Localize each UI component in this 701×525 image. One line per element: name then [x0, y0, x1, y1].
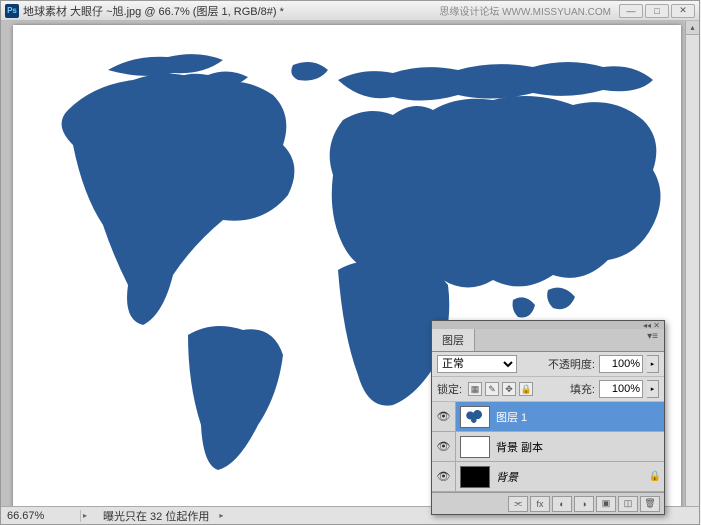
document-title: 地球素材 大眼仔 ~旭.jpg @ 66.7% (图层 1, RGB/8#) * — [23, 3, 284, 19]
window-controls: — □ ✕ — [619, 4, 695, 18]
layer-item[interactable]: 👁 背景 副本 — [432, 432, 664, 462]
link-layers-icon[interactable]: ⫘ — [508, 496, 528, 512]
adjustment-icon[interactable]: ◑ — [574, 496, 594, 512]
layer-item[interactable]: 👁 图层 1 — [432, 402, 664, 432]
lock-pixels-icon[interactable]: ✎ — [485, 382, 499, 396]
blend-mode-select[interactable]: 正常 — [437, 355, 517, 373]
fx-icon[interactable]: fx — [530, 496, 550, 512]
lock-position-icon[interactable]: ✥ — [502, 382, 516, 396]
titlebar: Ps 地球素材 大眼仔 ~旭.jpg @ 66.7% (图层 1, RGB/8#… — [1, 1, 699, 21]
visibility-toggle-icon[interactable]: 👁 — [432, 402, 456, 431]
blend-row: 正常 不透明度: ▸ — [432, 352, 664, 377]
panel-menu-icon[interactable]: ▾≡ — [641, 329, 664, 351]
watermark-text: 思缘设计论坛 WWW.MISSYUAN.COM — [439, 3, 611, 18]
info-menu-icon[interactable]: ▸ — [219, 511, 231, 520]
lock-transparency-icon[interactable]: ▦ — [468, 382, 482, 396]
status-info: 曝光只在 32 位起作用 — [95, 508, 217, 524]
layer-item[interactable]: 👁 背景 🔒 — [432, 462, 664, 492]
fill-input[interactable] — [599, 380, 643, 398]
panel-drag-bar[interactable]: ◂◂ ✕ — [432, 321, 664, 329]
scroll-up-icon[interactable]: ▴ — [686, 21, 699, 35]
lock-row: 锁定: ▦ ✎ ✥ 🔒 填充: ▸ — [432, 377, 664, 402]
visibility-toggle-icon[interactable]: 👁 — [432, 462, 456, 491]
fill-label: 填充: — [570, 381, 595, 397]
lock-indicator-icon: 🔒 — [646, 471, 664, 482]
maximize-button[interactable]: □ — [645, 4, 669, 18]
tab-layers[interactable]: 图层 — [432, 329, 475, 351]
opacity-slider-icon[interactable]: ▸ — [647, 355, 659, 373]
layer-thumbnail[interactable] — [460, 466, 490, 488]
opacity-input[interactable] — [599, 355, 643, 373]
close-button[interactable]: ✕ — [671, 4, 695, 18]
minimize-button[interactable]: — — [619, 4, 643, 18]
lock-label: 锁定: — [437, 381, 462, 397]
layers-panel: ◂◂ ✕ 图层 ▾≡ 正常 不透明度: ▸ 锁定: ▦ ✎ ✥ 🔒 填充: ▸ … — [431, 320, 665, 515]
expand-icon[interactable]: ▸ — [83, 511, 95, 520]
new-layer-icon[interactable]: ◫ — [618, 496, 638, 512]
panel-tabs: 图层 ▾≡ — [432, 329, 664, 352]
layer-name[interactable]: 背景 — [494, 469, 646, 485]
layer-thumbnail[interactable] — [460, 406, 490, 428]
layer-name[interactable]: 背景 副本 — [494, 439, 664, 455]
mask-icon[interactable]: ◐ — [552, 496, 572, 512]
visibility-toggle-icon[interactable]: 👁 — [432, 432, 456, 461]
layers-list: 👁 图层 1 👁 背景 副本 👁 背景 🔒 — [432, 402, 664, 492]
zoom-field[interactable]: 66.67% — [1, 510, 81, 522]
panel-footer: ⫘ fx ◐ ◑ ▣ ◫ 🗑 — [432, 492, 664, 514]
layer-name[interactable]: 图层 1 — [494, 409, 664, 425]
fill-slider-icon[interactable]: ▸ — [647, 380, 659, 398]
group-icon[interactable]: ▣ — [596, 496, 616, 512]
layer-thumbnail[interactable] — [460, 436, 490, 458]
delete-layer-icon[interactable]: 🗑 — [640, 496, 660, 512]
app-icon: Ps — [5, 4, 19, 18]
lock-all-icon[interactable]: 🔒 — [519, 382, 533, 396]
lock-buttons: ▦ ✎ ✥ 🔒 — [468, 382, 533, 396]
vertical-scrollbar[interactable]: ▴ — [685, 21, 699, 506]
opacity-label: 不透明度: — [548, 356, 595, 372]
